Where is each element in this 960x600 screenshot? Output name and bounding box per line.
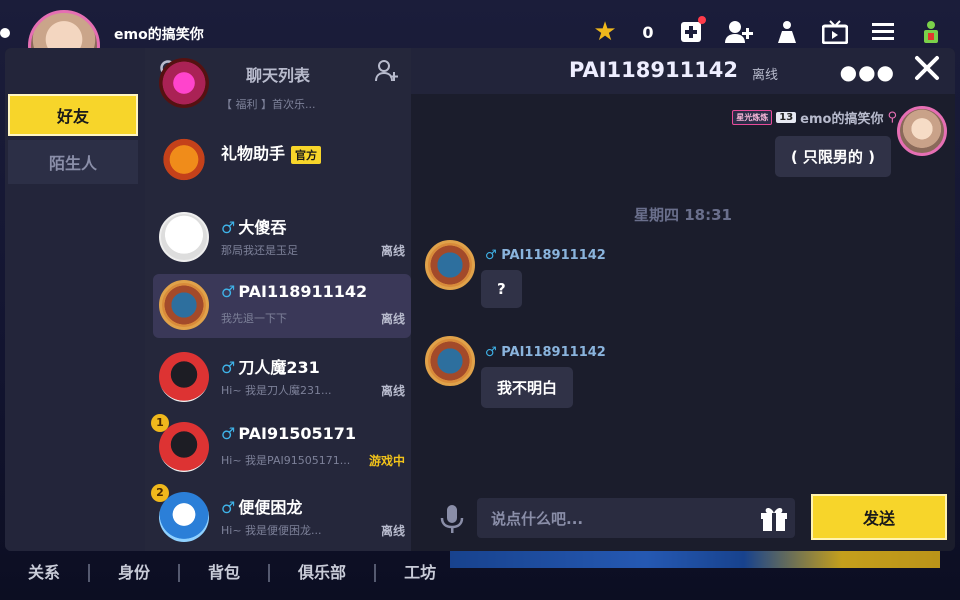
ranking-icon[interactable] (770, 18, 804, 46)
list-item-partial[interactable]: 【 福利 】首次乐... (153, 58, 411, 116)
contact-status: 离线 (380, 312, 405, 326)
conversation-title: PAI118911142 (569, 58, 739, 82)
list-item[interactable]: ♂ 刀人魔231 Hi~ 我是刀人魔231... 离线 (153, 346, 411, 410)
rank-badge: 1 (151, 414, 169, 432)
self-avatar[interactable] (897, 106, 947, 156)
peer-avatar[interactable] (425, 336, 475, 386)
gift-box-icon (159, 132, 209, 182)
self-message-bubble: ( 只限男的 ) (774, 136, 891, 177)
contact-name: ♂ 大傻吞 (221, 218, 287, 237)
peer-name: ♂ PAI118911142 (485, 248, 606, 263)
conversation-header: PAI118911142 离线 ●●● (411, 48, 955, 94)
contact-name: ♂ PAI118911142 (221, 282, 368, 301)
nav-workshop[interactable]: 工坊 (376, 564, 464, 582)
nav-relations[interactable]: 关系 (0, 564, 91, 582)
add-friend-icon[interactable] (722, 18, 756, 46)
contact-last-message: 我先退一下下 (221, 312, 287, 325)
tv-icon[interactable] (818, 18, 852, 46)
top-icon-bar: ★ 0 (588, 16, 948, 47)
tab-strangers[interactable]: 陌生人 (8, 140, 138, 184)
self-name: emo的搞笑你 (800, 112, 884, 127)
date-separator: 星期四 18:31 (634, 206, 732, 224)
indicator-dot (0, 28, 10, 38)
chat-panel: 好友 陌生人 聊天列表 【 福利 】首次乐... 礼物助手 官方 ♂ 大傻吞 那局我… (5, 48, 955, 551)
contact-avatar (159, 352, 209, 402)
conversation: PAI118911142 离线 ●●● 星光炼炼 13 emo的搞笑你 ⚲ ( … (411, 48, 955, 551)
peer-name: ♂ PAI118911142 (485, 345, 606, 360)
microphone-icon[interactable] (439, 504, 465, 534)
list-item[interactable]: 2 ♂ 便便困龙 Hi~ 我是便便困龙... 离线 (151, 484, 411, 550)
list-item[interactable]: ♂ 大傻吞 那局我还是玉足 离线 (153, 206, 411, 270)
official-badge: 官方 (291, 145, 322, 164)
self-message-header: 星光炼炼 13 emo的搞笑你 ⚲ (732, 108, 897, 127)
notification-dot (698, 16, 706, 24)
contact-name: ♂ 刀人魔231 (221, 358, 320, 377)
contact-last-message: Hi~ 我是刀人魔231... (221, 384, 332, 397)
male-icon: ♂ (485, 345, 497, 360)
currency-count: 0 (642, 22, 654, 42)
peer-avatar[interactable] (425, 240, 475, 290)
list-item[interactable]: 礼物助手 官方 (153, 126, 411, 190)
gift-icon[interactable] (759, 504, 789, 532)
contact-status: 离线 (380, 524, 405, 538)
contact-last-message: 【 福利 】首次乐... (221, 98, 316, 111)
close-icon[interactable] (913, 54, 941, 82)
male-icon: ♂ (221, 282, 236, 301)
send-button[interactable]: 发送 (811, 494, 947, 540)
player-name: emo的搞笑你 (114, 27, 204, 43)
male-icon: ♂ (221, 424, 236, 443)
peer-message-bubble: ? (481, 270, 522, 308)
message-input-wrapper (477, 498, 795, 540)
more-icon[interactable]: ●●● (840, 60, 895, 84)
category-tabs: 好友 陌生人 (5, 48, 145, 551)
bottom-nav: 关系 身份 背包 俱乐部 工坊 (0, 564, 464, 582)
contact-last-message: Hi~ 我是PAI91505171... (221, 454, 351, 467)
list-item[interactable]: 1 ♂ PAI91505171 Hi~ 我是PAI91505171... 游戏中 (151, 414, 411, 480)
message-input[interactable] (477, 498, 773, 540)
contact-status: 离线 (380, 244, 405, 258)
male-icon: ♂ (221, 498, 236, 517)
rank-badge: 2 (151, 484, 169, 502)
male-icon: ♂ (221, 358, 236, 377)
contact-name: ♂ 便便困龙 (221, 498, 303, 517)
contact-status: 离线 (380, 384, 405, 398)
contact-avatar (159, 422, 209, 472)
star-currency-icon[interactable]: ★ (588, 17, 622, 47)
contact-avatar (159, 58, 209, 108)
tab-friends[interactable]: 好友 (8, 94, 138, 136)
male-icon: ♂ (221, 218, 236, 237)
contact-last-message: Hi~ 我是便便困龙... (221, 524, 322, 537)
star-badge: 星光炼炼 (732, 110, 773, 125)
contact-name: ♂ PAI91505171 (221, 424, 356, 443)
contact-avatar (159, 280, 209, 330)
male-icon: ♂ (485, 248, 497, 263)
contact-last-message: 那局我还是玉足 (221, 244, 298, 257)
top-bar: emo的搞笑你 ★ 0 (0, 0, 960, 82)
list-item-selected[interactable]: ♂ PAI118911142 我先退一下下 离线 (153, 274, 411, 338)
signal-icon (914, 18, 948, 46)
nav-identity[interactable]: 身份 (90, 564, 181, 582)
contact-avatar (159, 492, 209, 542)
chat-list: 聊天列表 【 福利 】首次乐... 礼物助手 官方 ♂ 大傻吞 那局我还是玉足 离线… (145, 48, 411, 551)
menu-icon[interactable] (866, 18, 900, 46)
contact-avatar (159, 212, 209, 262)
nav-club[interactable]: 俱乐部 (270, 564, 377, 582)
nav-backpack[interactable]: 背包 (180, 564, 271, 582)
peer-message-bubble: 我不明白 (481, 367, 574, 408)
conversation-status: 离线 (752, 68, 779, 83)
contact-status: 游戏中 (368, 454, 405, 468)
female-icon: ⚲ (887, 110, 897, 125)
add-box-icon[interactable] (674, 16, 708, 46)
level-badge: 13 (776, 112, 797, 123)
contact-name: 礼物助手 官方 (221, 140, 322, 164)
